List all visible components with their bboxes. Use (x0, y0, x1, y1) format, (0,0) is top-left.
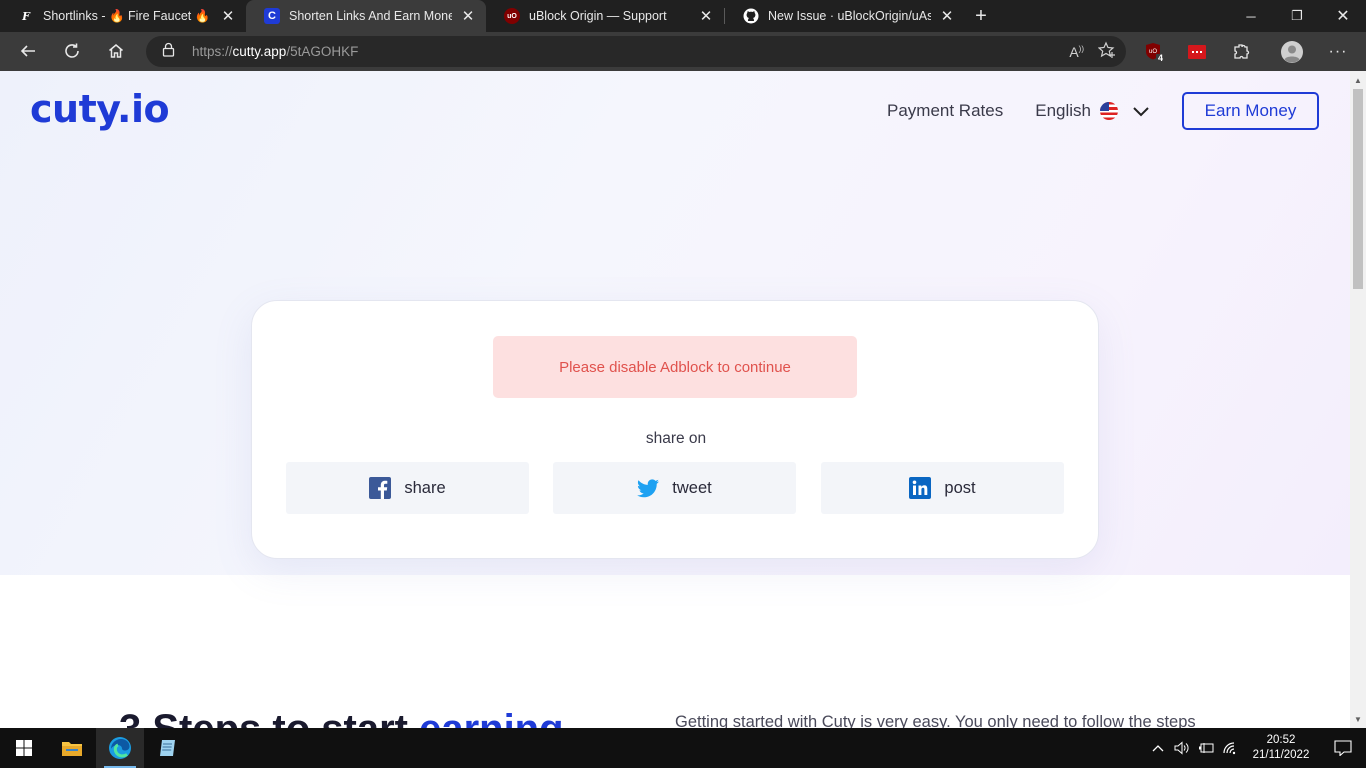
edge-icon (109, 737, 131, 759)
facebook-share-button[interactable]: share (286, 462, 529, 514)
home-icon[interactable] (94, 35, 138, 67)
scrollbar-thumb[interactable] (1353, 89, 1363, 289)
tab-github-issue[interactable]: New Issue · uBlockOrigin/uAsset ✕ (725, 0, 965, 32)
clock-time: 20:52 (1266, 734, 1296, 746)
wifi-icon[interactable] (1218, 741, 1242, 755)
ublock-badge: 4 (1158, 53, 1164, 63)
page-scrollbar[interactable]: ▲ ▼ (1350, 71, 1366, 728)
earn-money-button[interactable]: Earn Money (1182, 92, 1319, 130)
folder-icon (62, 742, 82, 756)
volume-icon[interactable] (1170, 741, 1194, 755)
new-tab-button[interactable]: + (965, 0, 997, 32)
favorites-add-icon[interactable] (1097, 41, 1116, 62)
language-selector[interactable]: English (1035, 101, 1150, 121)
share-on-label: share on (645, 430, 707, 447)
steps-heading: 3 Steps to start earning (119, 707, 564, 728)
share-card: Please disable Adblock to continue share… (251, 300, 1099, 559)
system-tray: 20:52 21/11/2022 (1146, 728, 1366, 768)
twitter-icon (637, 478, 660, 497)
ublock-extension-icon[interactable]: uO 4 (1139, 32, 1171, 71)
edge-taskbar-button[interactable] (96, 728, 144, 768)
file-explorer-button[interactable] (48, 728, 96, 768)
us-flag-icon (1100, 102, 1118, 120)
refresh-icon[interactable] (50, 35, 94, 67)
notepad-taskbar-button[interactable] (144, 728, 192, 768)
tab-title: New Issue · uBlockOrigin/uAsset (768, 9, 931, 23)
cuty-logo[interactable]: cuty.io (30, 87, 170, 131)
tab-title: Shorten Links And Earn Money | (289, 9, 452, 23)
clock[interactable]: 20:52 21/11/2022 (1242, 733, 1320, 763)
restore-icon[interactable]: ❐ (1274, 0, 1320, 32)
windows-taskbar: 20:52 21/11/2022 (0, 728, 1366, 768)
cuty-favicon-icon: C (264, 8, 280, 24)
page-viewport: cuty.io Payment Rates English Earn Money… (0, 71, 1350, 728)
profile-avatar-icon[interactable] (1276, 32, 1308, 71)
window-controls: ─ ❐ ✕ (1228, 0, 1366, 32)
scroll-down-icon[interactable]: ▼ (1350, 712, 1366, 726)
linkedin-post-button[interactable]: post (821, 462, 1064, 514)
adblock-alert: Please disable Adblock to continue (493, 336, 857, 398)
notepad-icon (160, 740, 175, 756)
clock-date: 21/11/2022 (1252, 749, 1310, 761)
tweet-label: tweet (672, 478, 712, 497)
more-menu-icon[interactable]: ··· (1322, 32, 1354, 71)
close-icon[interactable]: ✕ (939, 8, 955, 25)
top-nav: Payment Rates English Earn Money (887, 92, 1319, 130)
payment-rates-link[interactable]: Payment Rates (887, 101, 1003, 121)
lock-icon (162, 42, 176, 62)
chevron-down-icon (1133, 107, 1149, 117)
linkedin-icon (909, 477, 932, 499)
twitter-tweet-button[interactable]: tweet (553, 462, 796, 514)
read-aloud-icon[interactable]: A)) (1069, 44, 1084, 60)
url-text: https://cutty.app/5tAGOHKF (192, 44, 359, 59)
start-button[interactable] (0, 728, 48, 768)
browser-toolbar: https://cutty.app/5tAGOHKF A)) uO 4 ··· (0, 32, 1366, 71)
steps-intro-text: Getting started with Cuty is very easy. … (675, 713, 1196, 728)
language-label: English (1035, 101, 1091, 120)
minimize-icon[interactable]: ─ (1228, 0, 1274, 32)
extensions-icon[interactable] (1225, 32, 1257, 71)
github-icon (743, 8, 759, 24)
tab-strip: F Shortlinks - 🔥 Fire Faucet 🔥 ✕ C Short… (0, 0, 1366, 32)
back-icon[interactable] (6, 35, 50, 67)
firefaucet-favicon-icon: F (22, 9, 30, 23)
facebook-icon (369, 477, 392, 499)
notifications-icon[interactable] (1320, 740, 1366, 756)
address-bar[interactable]: https://cutty.app/5tAGOHKF A)) (146, 36, 1126, 67)
tab-ublock-support[interactable]: uO uBlock Origin — Support ✕ (486, 0, 724, 32)
close-icon[interactable]: ✕ (460, 8, 476, 25)
close-icon[interactable]: ✕ (698, 8, 714, 25)
tab-cuty[interactable]: C Shorten Links And Earn Money | ✕ (246, 0, 486, 32)
post-label: post (944, 478, 976, 497)
tab-title: Shortlinks - 🔥 Fire Faucet 🔥 (43, 8, 211, 23)
windows-icon (16, 740, 32, 756)
show-hidden-icons-chevron-up-icon[interactable] (1146, 744, 1170, 752)
ublock-favicon-icon: uO (504, 8, 520, 24)
scroll-up-icon[interactable]: ▲ (1350, 73, 1366, 87)
address-bar-actions: A)) (1069, 36, 1116, 67)
battery-icon[interactable] (1194, 742, 1218, 754)
extension-red-icon[interactable] (1181, 32, 1213, 71)
window-close-icon[interactable]: ✕ (1320, 0, 1366, 32)
close-icon[interactable]: ✕ (220, 8, 236, 25)
tab-fire-faucet[interactable]: F Shortlinks - 🔥 Fire Faucet 🔥 ✕ (0, 0, 246, 32)
tab-title: uBlock Origin — Support (529, 9, 667, 23)
share-label: share (404, 478, 446, 497)
